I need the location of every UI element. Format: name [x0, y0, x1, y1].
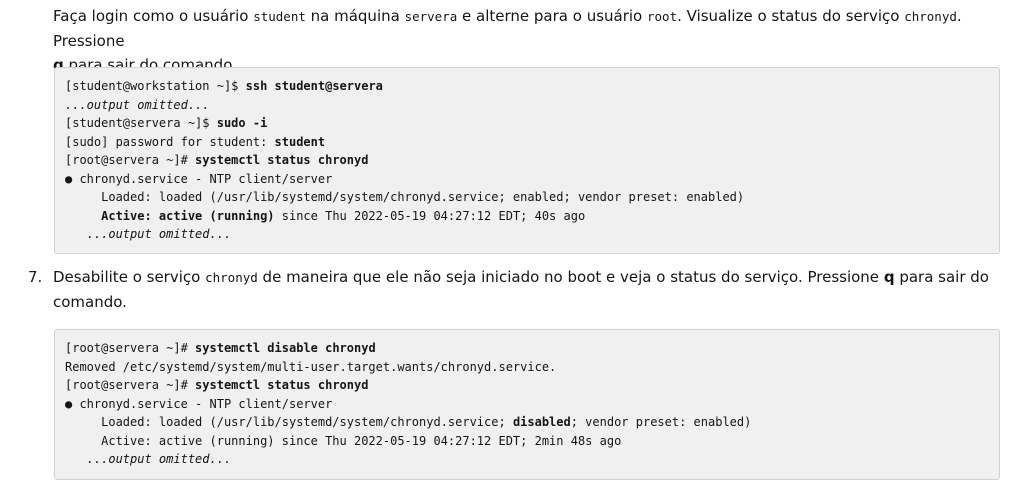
code-line: [sudo] password for student: student	[65, 133, 989, 152]
shell-prompt: [root@servera ~]#	[65, 378, 196, 392]
shell-command: systemctl status chronyd	[195, 153, 369, 167]
step-7-text-2: de maneira que ele não seja iniciado no …	[257, 268, 884, 286]
loaded-status-text: Loaded: loaded (/usr/lib/systemd/system/…	[65, 415, 513, 429]
code-line: ...output omitted...	[65, 225, 989, 244]
code-block-1: [student@workstation ~]$ ssh student@ser…	[54, 67, 1000, 254]
code-line: Active: active (running) since Thu 2022-…	[65, 433, 622, 448]
code-line: [root@servera ~]# systemctl disable chro…	[65, 339, 989, 358]
step-6-text-1: Faça login como o usuário	[53, 7, 254, 25]
output-omitted: ...output omitted...	[86, 227, 232, 241]
shell-command: systemctl disable chronyd	[195, 341, 376, 355]
code-line: Loaded: loaded (/usr/lib/systemd/system/…	[65, 413, 989, 432]
inline-code-servera: servera	[404, 9, 458, 24]
code-line: [student@workstation ~]$ ssh student@ser…	[65, 77, 989, 96]
step-6-text-4: . Visualize o status do serviço	[677, 7, 905, 25]
active-status-rest: since Thu 2022-05-19 04:27:12 EDT; 40s a…	[274, 208, 586, 223]
step-7-text-1: Desabilite o serviço	[53, 268, 206, 286]
code-line: [root@servera ~]# systemctl status chron…	[65, 151, 989, 170]
shell-prompt: [student@workstation ~]$	[65, 79, 246, 93]
active-status-highlight: Active: active (running)	[101, 208, 275, 223]
shell-command: sudo -i	[216, 116, 268, 130]
step-6-text-3: e alterne para o usuário	[457, 7, 647, 25]
inline-code-chronyd: chronyd	[205, 270, 258, 285]
step-6-text-2: na máquina	[305, 7, 405, 25]
inline-code-root: root	[647, 9, 678, 24]
code-block-2: [root@servera ~]# systemctl disable chro…	[54, 329, 1000, 480]
code-line: ...output omitted...	[65, 450, 989, 469]
step-7-instructions: Desabilite o serviço chronyd de maneira …	[53, 265, 1003, 314]
sudo-password-prompt: [sudo] password for student:	[65, 134, 275, 149]
step-7-number: 7.	[28, 268, 43, 286]
output-omitted: ...output omitted...	[86, 452, 232, 466]
code-line: Active: active (running) since Thu 2022-…	[65, 207, 989, 226]
inline-code-student: student	[253, 9, 306, 24]
typed-password: student	[274, 134, 326, 149]
code-line: ● chronyd.service - NTP client/server	[65, 171, 333, 186]
shell-prompt: [root@servera ~]#	[65, 153, 196, 167]
code-line: [student@servera ~]$ sudo -i	[65, 114, 989, 133]
code-line: ...output omitted...	[65, 96, 989, 115]
code-line: Loaded: loaded (/usr/lib/systemd/system/…	[65, 190, 745, 204]
output-omitted: ...output omitted...	[65, 97, 210, 112]
shell-prompt: [student@servera ~]$	[65, 116, 217, 130]
shell-command: systemctl status chronyd	[195, 378, 369, 392]
loaded-status-rest: ; vendor preset: enabled)	[570, 415, 752, 429]
key-q: q	[883, 268, 895, 286]
disabled-highlight: disabled	[512, 415, 571, 429]
code-line: ● chronyd.service - NTP client/server	[65, 396, 333, 411]
code-line: Removed /etc/systemd/system/multi-user.t…	[65, 359, 557, 374]
shell-prompt: [root@servera ~]#	[65, 341, 196, 355]
inline-code-chronyd: chronyd	[904, 9, 957, 24]
shell-command: ssh student@servera	[245, 79, 383, 93]
code-line: [root@servera ~]# systemctl status chron…	[65, 376, 989, 395]
